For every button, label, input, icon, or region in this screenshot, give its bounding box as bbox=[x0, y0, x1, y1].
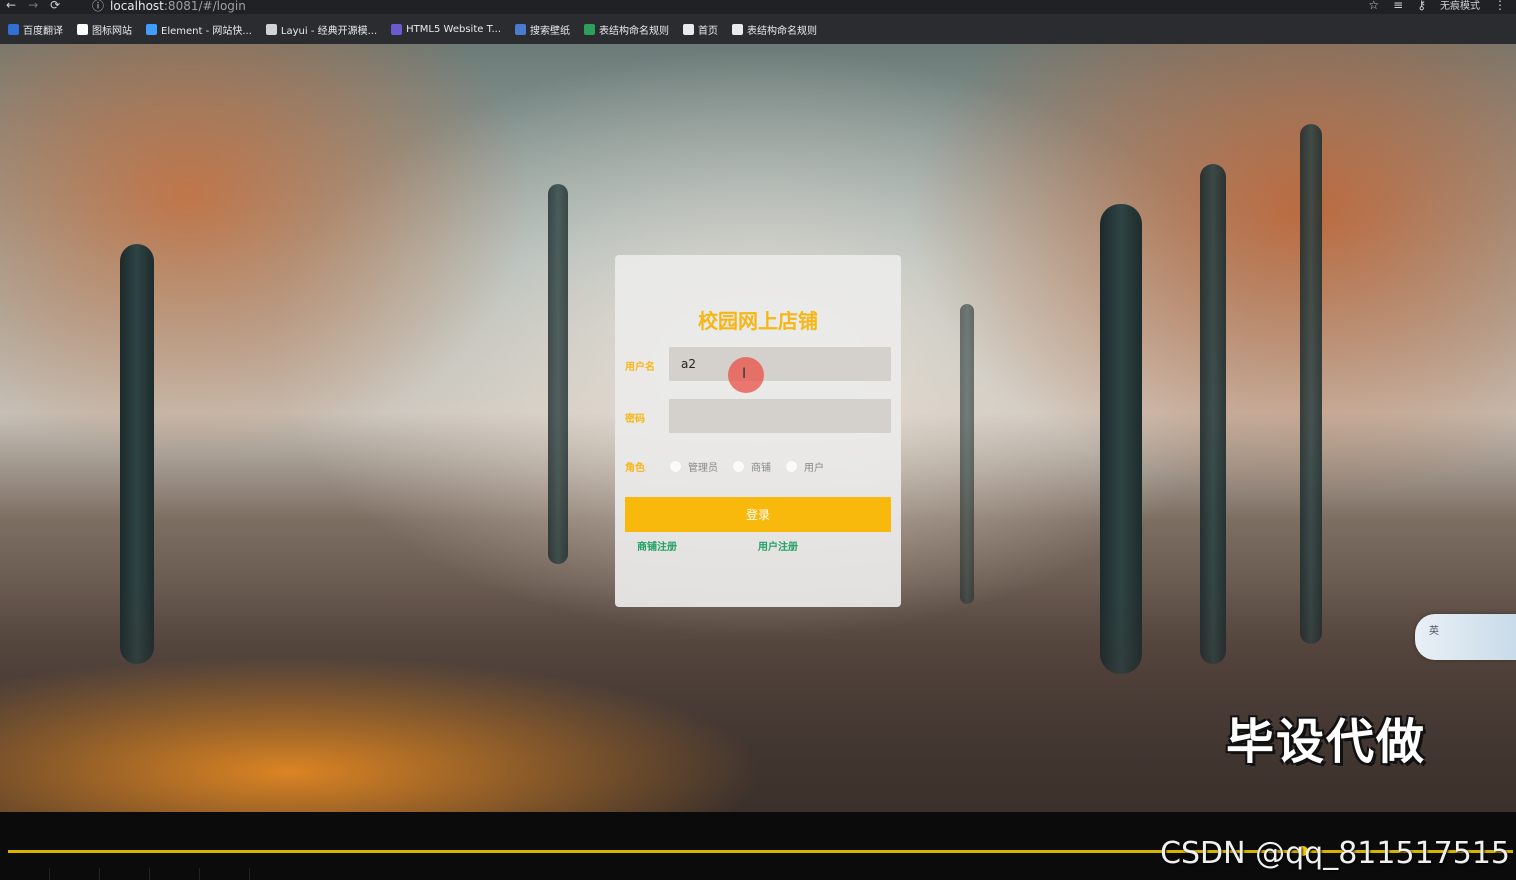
login-title: 校园网上店铺 bbox=[698, 309, 818, 333]
star-icon[interactable]: ☆ bbox=[1368, 0, 1379, 12]
key-icon[interactable]: ⚷ bbox=[1417, 0, 1426, 12]
bookmark-label: Layui - 经典开源模... bbox=[280, 25, 378, 37]
role-option-label: 商铺 bbox=[751, 463, 771, 474]
incognito-label[interactable]: 无痕模式 bbox=[1440, 0, 1480, 12]
credit-watermark: CSDN @qq_811517515 bbox=[1160, 836, 1510, 871]
password-label: 密码 bbox=[625, 414, 645, 425]
bookmark-icon bbox=[515, 23, 527, 35]
bookmark-icon bbox=[732, 23, 744, 35]
bookmark-icon bbox=[8, 23, 19, 35]
video-player-bar: CSDN @qq_811517515 bbox=[0, 812, 1516, 880]
bookmark-icon bbox=[391, 23, 403, 35]
url-path: :8081/#/login bbox=[163, 0, 246, 13]
role-radio-admin[interactable]: 管理员 bbox=[669, 459, 718, 474]
bookmark-icon bbox=[146, 23, 157, 35]
reload-icon[interactable]: ⟳ bbox=[50, 0, 60, 12]
forward-icon[interactable]: → bbox=[28, 0, 38, 12]
browser-toolbar: ← → ⟳ ⓘ localhost:8081/#/login ☆ ≡ ⚷ 无痕模… bbox=[0, 0, 1516, 14]
shop-register-link[interactable]: 商铺注册 bbox=[637, 538, 677, 553]
back-icon[interactable]: ← bbox=[6, 0, 16, 12]
bookmark-label: 表结构命名规则 bbox=[747, 25, 818, 37]
reading-list-icon[interactable]: ≡ bbox=[1393, 0, 1403, 12]
bookmarks-bar: 百度翻译 图标网站 Element - 网站快... Layui - 经典开源模...… bbox=[0, 14, 1516, 44]
username-label: 用户名 bbox=[625, 362, 655, 373]
role-label: 角色 bbox=[625, 463, 645, 474]
bookmark-item[interactable]: 首页 bbox=[683, 22, 718, 37]
bookmark-item[interactable]: 百度翻译 bbox=[8, 22, 63, 37]
bookmark-item[interactable]: 图标网站 bbox=[77, 22, 132, 37]
radio-icon[interactable] bbox=[732, 460, 745, 473]
bookmark-item[interactable]: Element - 网站快... bbox=[146, 22, 252, 37]
bookmark-icon bbox=[683, 23, 695, 35]
role-option-label: 管理员 bbox=[688, 463, 718, 474]
bookmark-label: 百度翻译 bbox=[23, 25, 63, 37]
watermark-text: 毕设代做 bbox=[1226, 714, 1427, 770]
role-option-label: 用户 bbox=[804, 463, 824, 474]
bookmark-label: Element - 网站快... bbox=[161, 25, 252, 37]
bookmark-label: 首页 bbox=[698, 25, 719, 37]
username-input[interactable] bbox=[669, 347, 891, 381]
bookmark-label: 图标网站 bbox=[92, 25, 132, 37]
user-register-link[interactable]: 用户注册 bbox=[758, 538, 798, 553]
radio-icon[interactable] bbox=[669, 460, 682, 473]
bookmark-item[interactable]: HTML5 Website T... bbox=[391, 23, 502, 35]
login-button[interactable]: 登录 bbox=[625, 497, 891, 532]
role-radio-user[interactable]: 用户 bbox=[785, 459, 824, 474]
menu-icon[interactable]: ⋮ bbox=[1494, 0, 1506, 12]
url-host: localhost bbox=[110, 0, 164, 13]
login-card: 校园网上店铺 用户名 密码 角色 管理员 商铺 用户 登录 商铺注册 用户注册 bbox=[615, 255, 901, 607]
info-icon: ⓘ bbox=[92, 0, 105, 13]
bookmark-item[interactable]: 表结构命名规则 bbox=[732, 22, 817, 37]
password-input[interactable] bbox=[669, 399, 891, 433]
bookmark-label: 搜索壁纸 bbox=[530, 25, 571, 37]
role-radio-shop[interactable]: 商铺 bbox=[732, 459, 771, 474]
text-cursor-icon: I bbox=[742, 366, 747, 382]
bookmark-icon bbox=[265, 23, 277, 35]
bookmark-label: HTML5 Website T... bbox=[406, 23, 502, 35]
input-method-widget[interactable]: 英 bbox=[1415, 614, 1516, 660]
bookmark-icon bbox=[77, 23, 88, 35]
bookmark-item[interactable]: Layui - 经典开源模... bbox=[265, 22, 378, 37]
bookmark-label: 表结构命名规则 bbox=[599, 25, 670, 37]
bookmark-icon bbox=[584, 23, 596, 35]
radio-icon[interactable] bbox=[785, 460, 798, 473]
role-selector: 角色 管理员 商铺 用户 bbox=[625, 459, 838, 474]
bookmark-item[interactable]: 搜索壁纸 bbox=[515, 22, 570, 37]
bookmark-item[interactable]: 表结构命名规则 bbox=[584, 22, 669, 37]
address-bar[interactable]: ⓘ localhost:8081/#/login bbox=[92, 0, 246, 14]
widget-label: 英 bbox=[1429, 626, 1439, 637]
